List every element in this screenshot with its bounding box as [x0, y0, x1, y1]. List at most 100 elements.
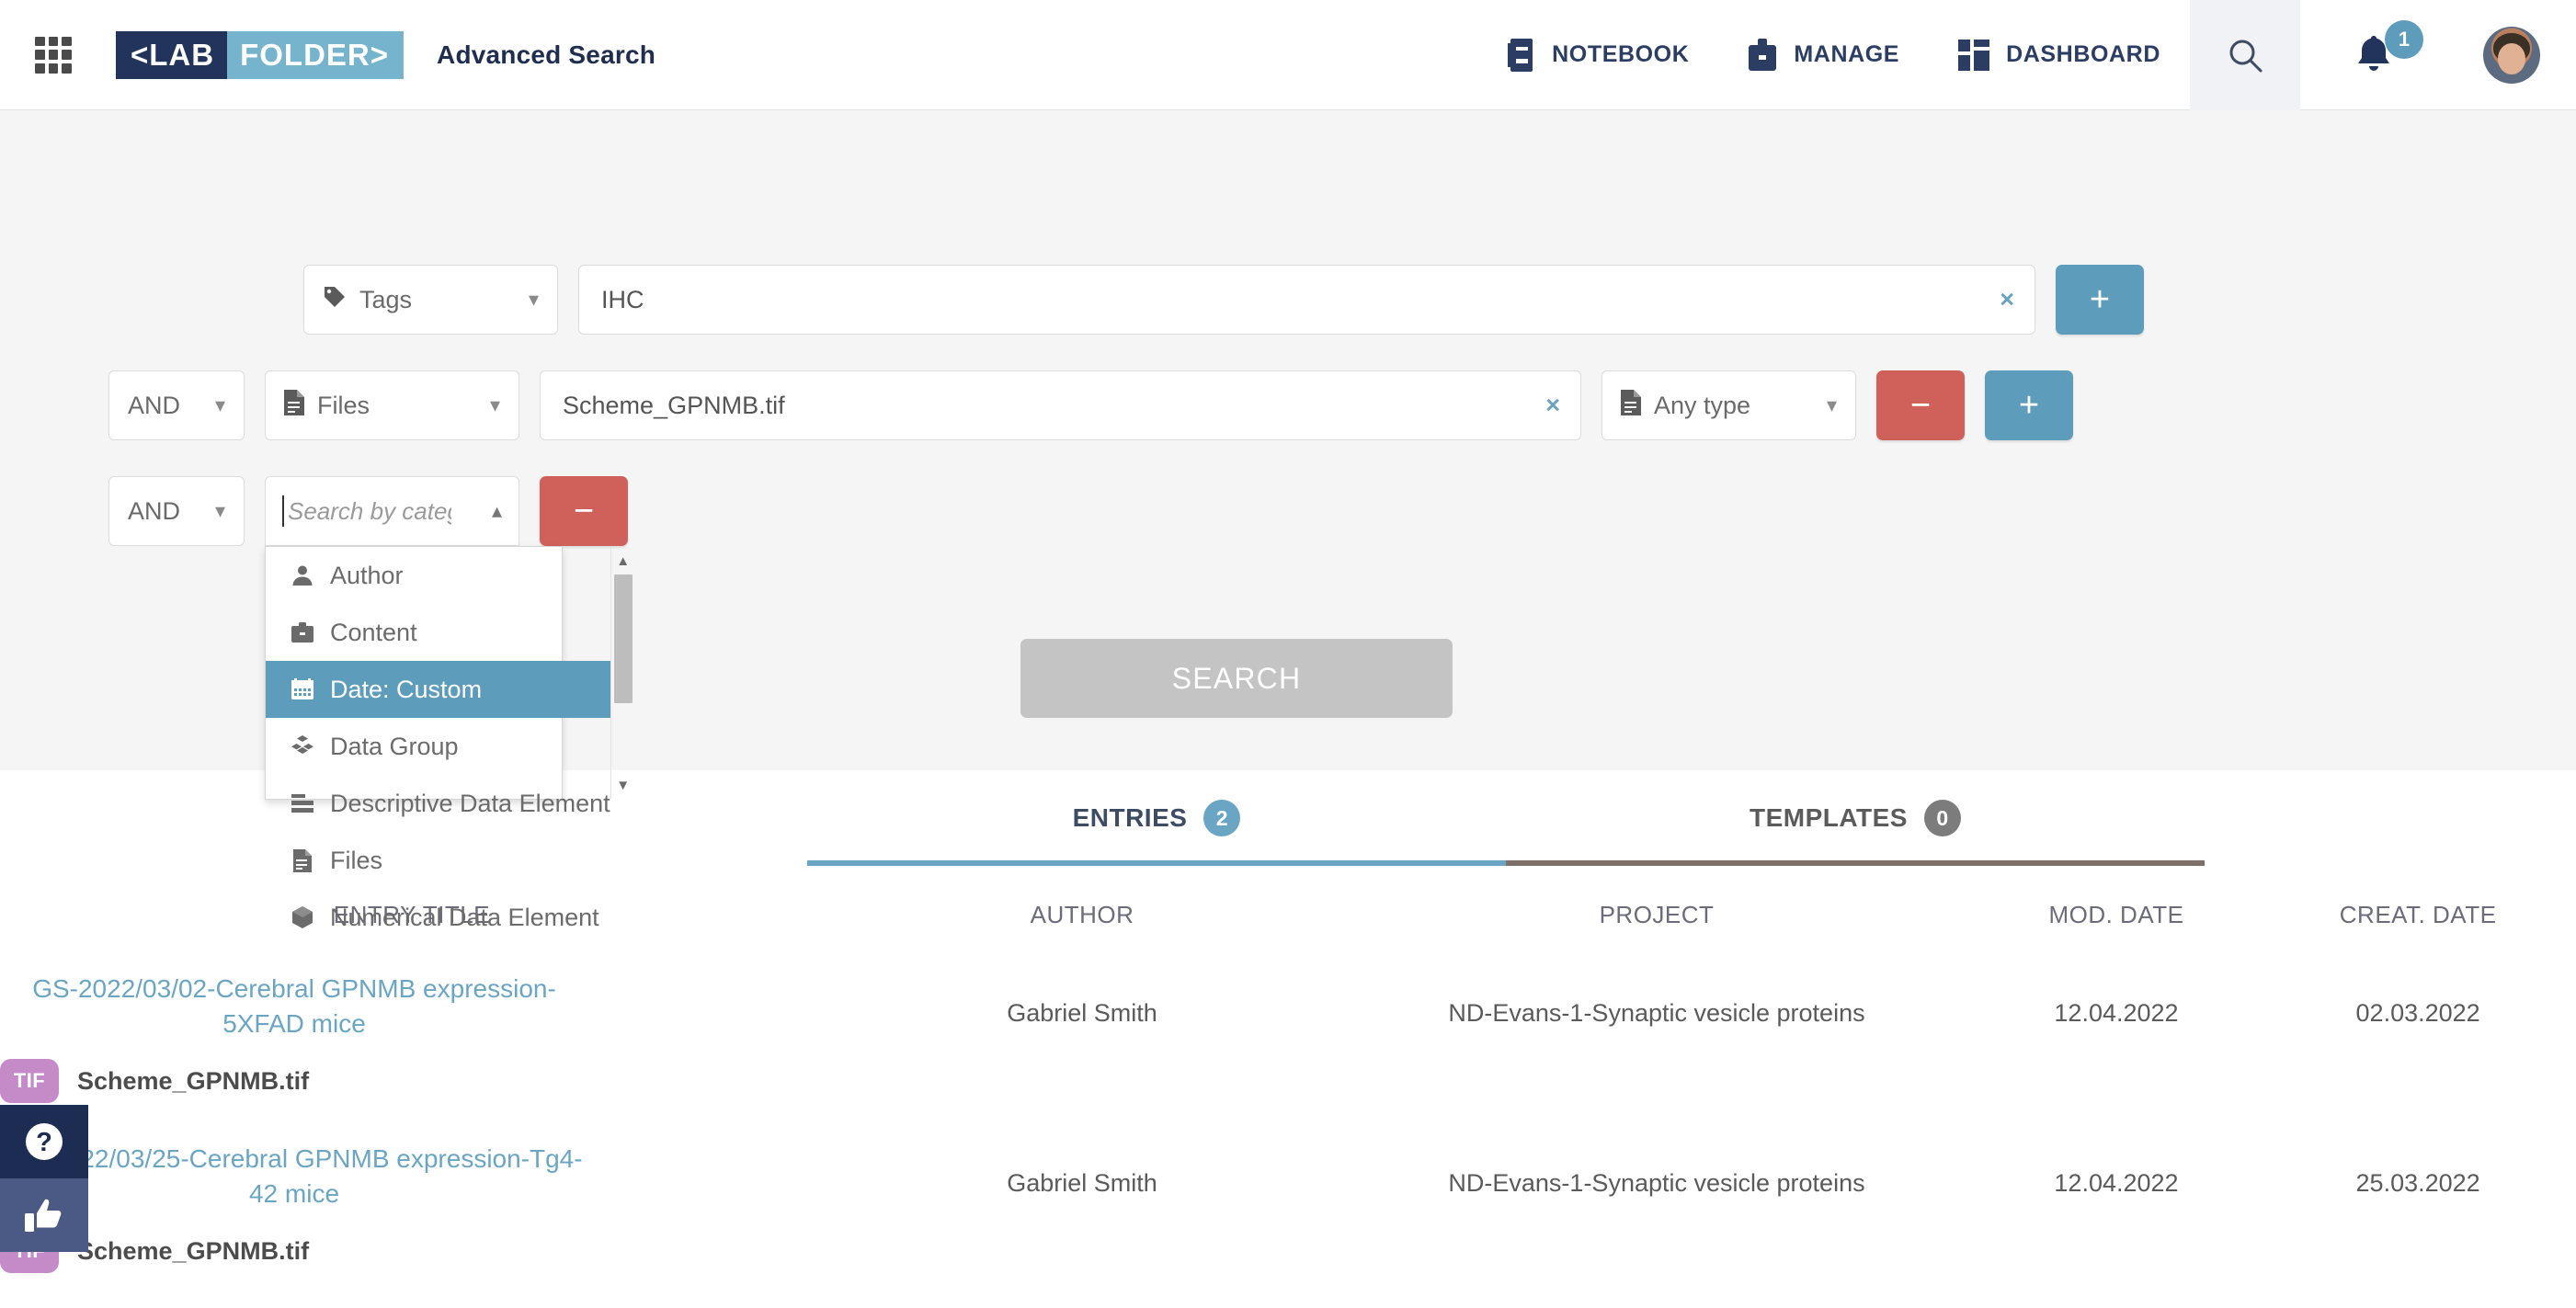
- entry-attachment[interactable]: TIF Scheme_GPNMB.tif: [0, 1229, 824, 1273]
- dropdown-option-files[interactable]: Files: [266, 832, 610, 889]
- filter-row-3: AND ▾ Search by category ▴ Author: [108, 476, 628, 546]
- dropdown-option-descriptive-data-element[interactable]: Descriptive Data Element: [266, 775, 610, 832]
- filter-value-input-2[interactable]: Scheme_GPNMB.tif ×: [540, 370, 1581, 440]
- entry-title-link[interactable]: GS-2022/03/02-Cerebral GPNMB expression-…: [0, 972, 588, 1041]
- scroll-up-arrow-icon[interactable]: ▲: [611, 549, 635, 573]
- file-icon: [290, 849, 315, 872]
- briefcase-icon: [290, 622, 315, 643]
- cell-creat-date: 02.03.2022: [2260, 957, 2576, 1127]
- svg-text:?: ?: [36, 1128, 52, 1157]
- tab-entries[interactable]: ENTRIES 2: [807, 770, 1506, 866]
- main-nav: NOTEBOOK MANAGE DASHBOARD 1: [1478, 0, 2576, 110]
- avatar: [2483, 27, 2540, 84]
- remove-filter-row-button-3[interactable]: −: [540, 476, 628, 546]
- dropdown-option-numerical-data-element[interactable]: Numerical Data Element: [266, 889, 610, 946]
- file-type-select-2[interactable]: Any type ▾: [1601, 370, 1856, 440]
- tab-templates[interactable]: TEMPLATES 0: [1506, 770, 2205, 866]
- cubes-icon: [290, 735, 315, 757]
- nav-label-dashboard: DASHBOARD: [2006, 41, 2160, 68]
- chevron-down-icon: ▾: [490, 393, 500, 417]
- nav-label-notebook: NOTEBOOK: [1552, 41, 1689, 68]
- tab-count-templates: 0: [1924, 800, 1961, 836]
- cell-mod-date: 12.04.2022: [1973, 957, 2260, 1127]
- column-header-author[interactable]: AUTHOR: [824, 866, 1340, 957]
- cell-project: ND-Evans-1-Synaptic vesicle proteins: [1340, 957, 1972, 1127]
- tag-icon: [323, 285, 347, 315]
- add-filter-row-button-2[interactable]: +: [1985, 370, 2073, 440]
- filter-operator-label-2: AND: [128, 392, 180, 420]
- dropdown-option-label: Descriptive Data Element: [330, 790, 610, 818]
- dropdown-option-data-group[interactable]: Data Group: [266, 718, 610, 775]
- column-header-creat-date[interactable]: CREAT. DATE: [2260, 866, 2576, 957]
- column-header-mod-date[interactable]: MOD. DATE: [1973, 866, 2260, 957]
- chevron-down-icon: ▾: [529, 288, 539, 312]
- feedback-button[interactable]: [0, 1178, 88, 1252]
- scroll-down-arrow-icon[interactable]: ▼: [611, 773, 635, 797]
- dropdown-scrollbar[interactable]: ▲ ▼: [610, 547, 611, 799]
- text-caret: [282, 495, 284, 527]
- attachment-file-name[interactable]: Scheme_GPNMB.tif: [77, 1067, 309, 1096]
- cube-icon: [290, 906, 315, 928]
- filter-category-select-2[interactable]: Files ▾: [265, 370, 519, 440]
- cell-author: Gabriel Smith: [824, 1127, 1340, 1297]
- clear-input-icon-2[interactable]: ×: [1545, 392, 1560, 420]
- apps-grid-icon[interactable]: [35, 37, 72, 74]
- filter-category-select-1[interactable]: Tags ▾: [303, 265, 558, 335]
- chevron-up-icon[interactable]: ▴: [492, 499, 502, 523]
- clear-input-icon-1[interactable]: ×: [2000, 286, 2014, 314]
- tab-underline: [1506, 860, 2205, 866]
- remove-filter-row-button-2[interactable]: −: [1876, 370, 1965, 440]
- person-icon: [290, 564, 315, 586]
- search-icon: [2226, 36, 2264, 74]
- dropdown-option-label: Data Group: [330, 733, 459, 761]
- filter-operator-label-3: AND: [128, 497, 180, 526]
- search-icon-button[interactable]: [2190, 0, 2300, 110]
- dropdown-option-content[interactable]: Content: [266, 604, 610, 661]
- tab-label-entries: ENTRIES: [1073, 803, 1188, 833]
- nav-item-dashboard[interactable]: DASHBOARD: [1929, 0, 2190, 110]
- cell-mod-date: 12.04.2022: [1973, 1127, 2260, 1297]
- logo-left-text: <LAB: [116, 31, 227, 79]
- labfolder-logo[interactable]: <LAB FOLDER>: [116, 31, 404, 79]
- search-submit-button[interactable]: SEARCH: [1020, 639, 1453, 718]
- dropdown-option-author[interactable]: Author: [266, 547, 610, 604]
- help-button[interactable]: ?: [0, 1105, 88, 1178]
- filter-row-1: Tags ▾ IHC × +: [303, 265, 2144, 335]
- filter-value-input-1[interactable]: IHC ×: [578, 265, 2035, 335]
- add-filter-row-button-1[interactable]: +: [2056, 265, 2144, 335]
- chevron-down-icon: ▾: [215, 393, 225, 417]
- filter-value-text-1: IHC: [601, 286, 644, 314]
- scrollbar-thumb[interactable]: [614, 574, 633, 703]
- column-header-project[interactable]: PROJECT: [1340, 866, 1972, 957]
- advanced-search-filter-panel: Tags ▾ IHC × + AND ▾ Files ▾ Scheme_GPNM…: [0, 110, 2576, 770]
- nav-item-notebook[interactable]: NOTEBOOK: [1478, 0, 1718, 110]
- entry-attachment[interactable]: TIF Scheme_GPNMB.tif: [0, 1059, 824, 1103]
- briefcase-icon: [1748, 39, 1777, 72]
- cell-project: ND-Evans-1-Synaptic vesicle proteins: [1340, 1127, 1972, 1297]
- cell-creat-date: 25.03.2022: [2260, 1127, 2576, 1297]
- cell-author: Gabriel Smith: [824, 957, 1340, 1127]
- calendar-icon: [290, 678, 315, 700]
- tab-label-templates: TEMPLATES: [1750, 803, 1908, 833]
- attachment-file-name[interactable]: Scheme_GPNMB.tif: [77, 1237, 309, 1266]
- entry-title-link[interactable]: GS-2022/03/25-Cerebral GPNMB expression-…: [0, 1142, 588, 1211]
- category-combobox-3: Search by category ▴ Author C: [265, 476, 519, 546]
- table-row[interactable]: GS-2022/03/02-Cerebral GPNMB expression-…: [0, 957, 2576, 1127]
- nav-item-manage[interactable]: MANAGE: [1718, 0, 1929, 110]
- filter-category-label-2: Files: [317, 392, 370, 420]
- user-avatar-button[interactable]: [2447, 0, 2576, 110]
- filter-operator-select-3[interactable]: AND ▾: [108, 476, 245, 546]
- file-type-label-2: Any type: [1654, 392, 1750, 420]
- dropdown-option-date-custom[interactable]: Date: Custom: [266, 661, 610, 718]
- dropdown-option-label: Author: [330, 562, 404, 590]
- table-row[interactable]: GS-2022/03/25-Cerebral GPNMB expression-…: [0, 1127, 2576, 1297]
- filter-operator-select-2[interactable]: AND ▾: [108, 370, 245, 440]
- file-icon: [284, 390, 304, 422]
- dropdown-option-label: Numerical Data Element: [330, 904, 599, 932]
- category-search-placeholder: Search by category: [288, 497, 451, 526]
- category-search-input-3[interactable]: Search by category ▴: [265, 476, 519, 546]
- notifications-button[interactable]: 1: [2300, 0, 2447, 110]
- chevron-down-icon: ▾: [1827, 393, 1837, 417]
- filter-row-2: AND ▾ Files ▾ Scheme_GPNMB.tif × Any typ…: [108, 370, 2073, 440]
- dropdown-option-label: Files: [330, 847, 382, 875]
